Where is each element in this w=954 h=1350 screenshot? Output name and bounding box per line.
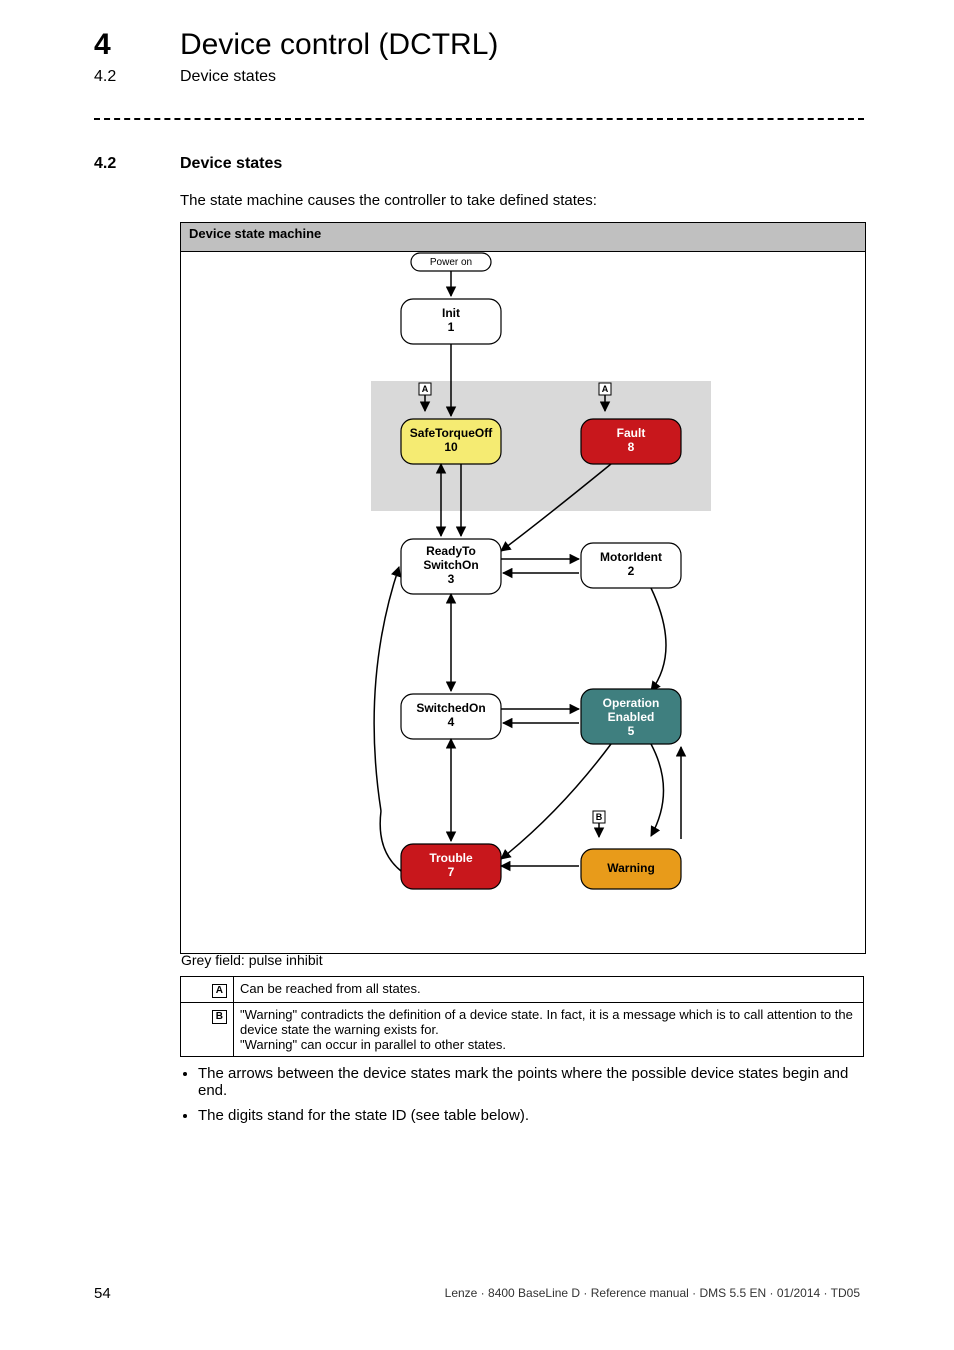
chapter-title: Device control (DCTRL) [180, 28, 498, 62]
svg-text:10: 10 [444, 440, 458, 454]
svg-text:A: A [422, 384, 429, 394]
svg-text:Fault: Fault [617, 426, 646, 440]
legend-key-a: A [212, 984, 227, 998]
legend-text-b: "Warning" contradicts the definition of … [234, 1003, 864, 1057]
horizontal-rule [94, 118, 864, 120]
svg-text:ReadyTo: ReadyTo [426, 544, 476, 558]
svg-text:8: 8 [628, 440, 635, 454]
legend-table: A Can be reached from all states. B "War… [180, 976, 864, 1057]
svg-text:SafeTorqueOff: SafeTorqueOff [410, 426, 493, 440]
svg-text:5: 5 [628, 724, 635, 738]
svg-text:4: 4 [448, 715, 455, 729]
legend-key-b: B [212, 1010, 227, 1024]
state-diagram: Power on Init 1 A A [181, 251, 865, 951]
chapter-number: 4 [94, 28, 111, 62]
footer-line: Lenze · 8400 BaseLine D · Reference manu… [445, 1286, 860, 1300]
svg-text:Init: Init [442, 306, 460, 320]
figure-header: Device state machine [181, 223, 865, 252]
intro-text: The state machine causes the controller … [180, 192, 597, 209]
svg-text:1: 1 [448, 320, 455, 334]
svg-text:A: A [602, 384, 609, 394]
bullet-list: The arrows between the device states mar… [180, 1065, 864, 1132]
figure-box: Device state machine Power on Init 1 [180, 222, 866, 954]
svg-text:SwitchOn: SwitchOn [423, 558, 478, 572]
svg-text:Trouble: Trouble [429, 851, 473, 865]
svg-text:Warning: Warning [607, 861, 655, 875]
legend-text-a: Can be reached from all states. [234, 977, 864, 1003]
page-number: 54 [94, 1285, 111, 1302]
state-power-on: Power on [430, 257, 472, 268]
svg-text:Enabled: Enabled [608, 710, 655, 724]
bullet-2: The digits stand for the state ID (see t… [198, 1107, 864, 1124]
subsection-ref-title: Device states [180, 68, 276, 86]
svg-text:SwitchedOn: SwitchedOn [416, 701, 485, 715]
section-title: Device states [180, 155, 282, 173]
svg-text:Operation: Operation [603, 696, 660, 710]
grey-field-caption: Grey field: pulse inhibit [181, 952, 323, 968]
svg-text:2: 2 [628, 564, 635, 578]
section-number: 4.2 [94, 155, 116, 173]
subsection-ref-number: 4.2 [94, 68, 116, 86]
svg-text:MotorIdent: MotorIdent [600, 550, 662, 564]
svg-text:7: 7 [448, 865, 455, 879]
svg-text:B: B [596, 812, 603, 822]
bullet-1: The arrows between the device states mar… [198, 1065, 864, 1099]
svg-text:3: 3 [448, 572, 455, 586]
